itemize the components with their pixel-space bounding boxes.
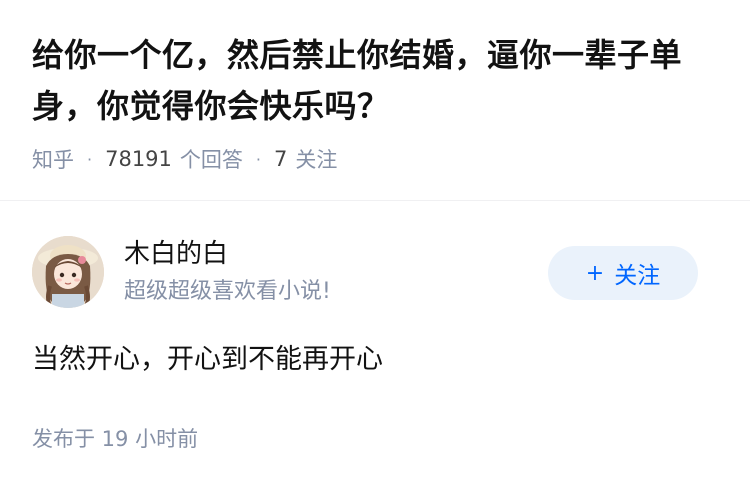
answer-count-label[interactable]: 个回答 <box>180 144 243 174</box>
divider <box>0 200 750 201</box>
follow-button[interactable]: + 关注 <box>548 246 698 300</box>
meta-separator: · <box>255 149 261 169</box>
author-name[interactable]: 木白的白 <box>124 236 228 272</box>
avatar[interactable] <box>32 236 104 308</box>
source-label[interactable]: 知乎 <box>32 144 74 174</box>
avatar-girl-with-hat-icon <box>32 236 104 308</box>
question-meta: 知乎 · 78191 个回答 · 7 关注 <box>32 144 722 174</box>
plus-icon: + <box>585 260 605 286</box>
question-header: 给你一个亿，然后禁止你结婚，逼你一辈子单身，你觉得你会快乐吗？ 知乎 · 781… <box>32 30 722 174</box>
follow-button-label: 关注 <box>614 263 661 289</box>
question-title[interactable]: 给你一个亿，然后禁止你结婚，逼你一辈子单身，你觉得你会快乐吗？ <box>32 30 722 132</box>
meta-separator: · <box>87 149 93 169</box>
author-bio: 超级超级喜欢看小说! <box>124 279 331 304</box>
answer-count: 78191 <box>105 147 172 171</box>
follow-count-label[interactable]: 关注 <box>295 144 337 174</box>
answer-author: 木白的白 超级超级喜欢看小说! + 关注 <box>32 236 718 308</box>
publish-time: 发布于 19 小时前 <box>32 427 199 451</box>
follow-count: 7 <box>274 147 288 171</box>
answer-content[interactable]: 当然开心，开心到不能再开心 <box>32 340 383 380</box>
